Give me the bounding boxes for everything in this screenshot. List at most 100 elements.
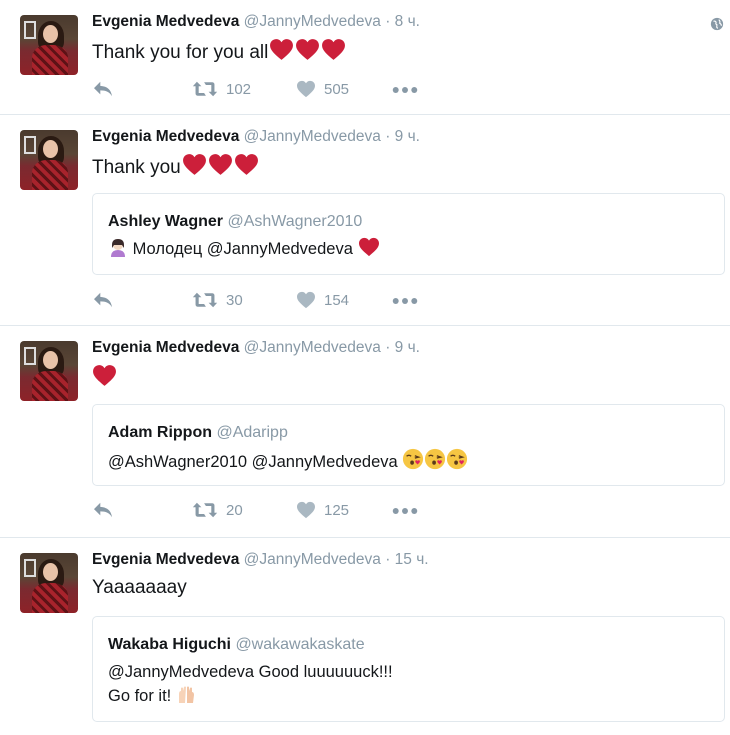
person-emoji-icon bbox=[108, 237, 128, 264]
author-handle[interactable]: @JannyMedvedeva bbox=[244, 128, 381, 145]
kissing-face-icon bbox=[402, 448, 424, 470]
quoted-tweet[interactable]: Wakaba Higuchi @wakawakaskate @JannyMedv… bbox=[92, 616, 725, 722]
heart-icon bbox=[296, 501, 316, 519]
tweet[interactable]: Evgenia Medvedeva @JannyMedvedeva · 9 ч.… bbox=[0, 115, 730, 326]
retweet-icon bbox=[192, 80, 218, 98]
avatar[interactable] bbox=[20, 341, 78, 401]
retweet-button[interactable]: 30 bbox=[192, 291, 243, 309]
quoted-text-content: Молодец @JannyMedvedeva bbox=[132, 240, 353, 258]
retweet-count: 20 bbox=[226, 501, 243, 519]
author-handle[interactable]: @JannyMedvedeva bbox=[244, 339, 381, 356]
quoted-tweet[interactable]: Ashley Wagner @AshWagner2010 Молодец @Ja… bbox=[92, 193, 725, 275]
reply-icon bbox=[92, 291, 114, 309]
tweet-header: Evgenia Medvedeva @JannyMedvedeva · 8 ч. bbox=[92, 13, 420, 31]
tweet[interactable]: Evgenia Medvedeva @JannyMedvedeva · 9 ч.… bbox=[0, 326, 730, 538]
quoted-text-content: @AshWagner2010 @JannyMedvedeva bbox=[108, 453, 398, 471]
more-icon bbox=[392, 86, 418, 94]
reply-button[interactable] bbox=[92, 80, 114, 98]
like-count: 125 bbox=[324, 501, 350, 519]
separator-dot: · bbox=[385, 128, 391, 145]
author-name[interactable]: Evgenia Medvedeva bbox=[92, 13, 239, 30]
like-button[interactable]: 505 bbox=[296, 80, 349, 98]
reply-button[interactable] bbox=[92, 501, 114, 519]
timestamp[interactable]: 9 ч. bbox=[395, 339, 420, 356]
tweet[interactable]: Evgenia Medvedeva @JannyMedvedeva · 15 ч… bbox=[0, 538, 730, 735]
kissing-face-icon bbox=[424, 448, 446, 470]
tweet-header: Evgenia Medvedeva @JannyMedvedeva · 15 ч… bbox=[92, 551, 429, 569]
retweet-icon bbox=[192, 501, 218, 519]
avatar[interactable] bbox=[20, 553, 78, 613]
tweet-text-content: Yaaaaaaay bbox=[92, 577, 187, 598]
separator-dot: · bbox=[385, 551, 391, 568]
author-handle[interactable]: @JannyMedvedeva bbox=[244, 551, 381, 568]
tweet-text: Thank you bbox=[92, 153, 259, 180]
tweet-text: Yaaaaaaay bbox=[92, 576, 187, 600]
quoted-header: Ashley Wagner @AshWagner2010 bbox=[108, 213, 362, 231]
quoted-text: @JannyMedvedeva Good luuuuuuck!!! Go for… bbox=[108, 660, 393, 711]
heart-icon bbox=[296, 80, 316, 98]
quoted-tweet[interactable]: Adam Rippon @Adaripp @AshWagner2010 @Jan… bbox=[92, 404, 725, 486]
red-heart-icon bbox=[295, 38, 320, 61]
like-button[interactable]: 125 bbox=[296, 501, 349, 519]
retweet-icon bbox=[192, 291, 218, 309]
raised-hands-icon bbox=[176, 686, 196, 711]
like-count: 154 bbox=[324, 291, 350, 309]
like-count: 505 bbox=[324, 80, 350, 98]
quoted-text: @AshWagner2010 @JannyMedvedeva bbox=[108, 448, 468, 474]
globe-icon bbox=[710, 17, 724, 36]
quoted-author-name[interactable]: Wakaba Higuchi bbox=[108, 636, 231, 653]
quoted-text: Молодец @JannyMedvedeva bbox=[108, 237, 380, 264]
red-heart-icon bbox=[269, 38, 294, 61]
red-heart-icon bbox=[92, 364, 117, 387]
quoted-author-handle[interactable]: @wakawakaskate bbox=[235, 636, 364, 653]
more-button[interactable] bbox=[392, 501, 418, 515]
quoted-author-handle[interactable]: @Adaripp bbox=[216, 424, 287, 441]
retweet-count: 30 bbox=[226, 291, 243, 309]
separator-dot: · bbox=[385, 339, 391, 356]
quoted-text-line: @JannyMedvedeva Good luuuuuuck!!! bbox=[108, 663, 393, 681]
quoted-author-handle[interactable]: @AshWagner2010 bbox=[227, 213, 362, 230]
tweet-header: Evgenia Medvedeva @JannyMedvedeva · 9 ч. bbox=[92, 128, 420, 146]
heart-icon bbox=[296, 291, 316, 309]
quoted-header: Wakaba Higuchi @wakawakaskate bbox=[108, 636, 365, 654]
avatar[interactable] bbox=[20, 130, 78, 190]
author-handle[interactable]: @JannyMedvedeva bbox=[244, 13, 381, 30]
red-heart-icon bbox=[234, 153, 259, 176]
more-icon bbox=[392, 507, 418, 515]
quoted-author-name[interactable]: Adam Rippon bbox=[108, 424, 212, 441]
tweet-header: Evgenia Medvedeva @JannyMedvedeva · 9 ч. bbox=[92, 339, 420, 357]
more-icon bbox=[392, 297, 418, 305]
tweet-text bbox=[92, 364, 117, 391]
tweet[interactable]: Evgenia Medvedeva @JannyMedvedeva · 8 ч.… bbox=[0, 0, 730, 115]
retweet-button[interactable]: 20 bbox=[192, 501, 243, 519]
avatar[interactable] bbox=[20, 15, 78, 75]
quoted-text-line-2: Go for it! bbox=[108, 684, 393, 711]
retweet-count: 102 bbox=[226, 80, 252, 98]
author-name[interactable]: Evgenia Medvedeva bbox=[92, 339, 239, 356]
timestamp[interactable]: 15 ч. bbox=[395, 551, 429, 568]
like-button[interactable]: 154 bbox=[296, 291, 349, 309]
red-heart-icon bbox=[208, 153, 233, 176]
quoted-author-name[interactable]: Ashley Wagner bbox=[108, 213, 223, 230]
kissing-face-icon bbox=[446, 448, 468, 470]
retweet-button[interactable]: 102 bbox=[192, 80, 251, 98]
timestamp[interactable]: 9 ч. bbox=[395, 128, 420, 145]
red-heart-icon bbox=[321, 38, 346, 61]
red-heart-icon bbox=[358, 237, 380, 257]
reply-icon bbox=[92, 501, 114, 519]
tweet-text-content: Thank you for you all bbox=[92, 42, 269, 63]
timestamp[interactable]: 8 ч. bbox=[395, 13, 420, 30]
timeline: Evgenia Medvedeva @JannyMedvedeva · 8 ч.… bbox=[0, 0, 730, 735]
author-name[interactable]: Evgenia Medvedeva bbox=[92, 551, 239, 568]
quoted-text-line2-content: Go for it! bbox=[108, 687, 172, 705]
separator-dot: · bbox=[385, 13, 391, 30]
red-heart-icon bbox=[182, 153, 207, 176]
more-button[interactable] bbox=[392, 80, 418, 94]
quoted-header: Adam Rippon @Adaripp bbox=[108, 424, 288, 442]
tweet-text: Thank you for you all bbox=[92, 38, 346, 65]
more-button[interactable] bbox=[392, 291, 418, 305]
author-name[interactable]: Evgenia Medvedeva bbox=[92, 128, 239, 145]
reply-icon bbox=[92, 80, 114, 98]
reply-button[interactable] bbox=[92, 291, 114, 309]
tweet-text-content: Thank you bbox=[92, 157, 181, 178]
